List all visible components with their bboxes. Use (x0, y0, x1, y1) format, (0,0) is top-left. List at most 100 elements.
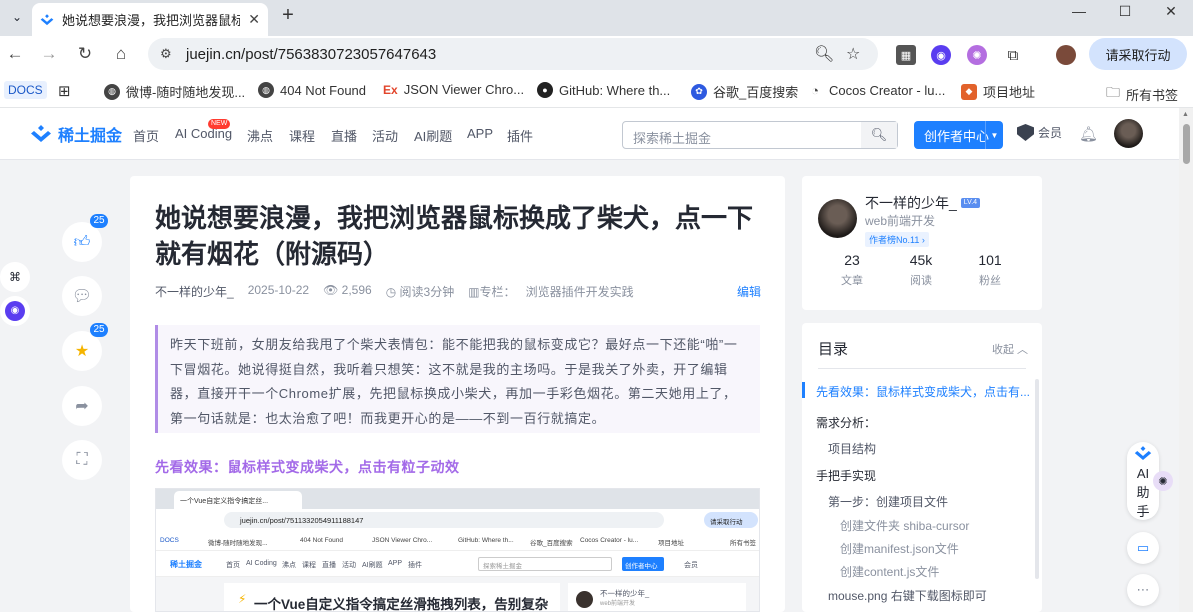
article-author-link[interactable]: 不一样的少年_ (155, 283, 234, 300)
profile-avatar-icon[interactable] (1056, 45, 1076, 65)
author-avatar[interactable] (818, 199, 857, 238)
nav-plugins[interactable]: 插件 (507, 126, 533, 145)
embedded-article: ⚡ 一个Vue自定义指令搞定丝滑拖拽列表，告别复杂 (224, 583, 560, 611)
toc-title: 目录 (818, 341, 849, 358)
embedded-lightning-icon: ⚡ (238, 592, 247, 606)
level-badge: LV.4 (960, 198, 981, 208)
toc-item[interactable]: mouse.png 右键下载图标即可 (828, 587, 987, 604)
feedback-icon[interactable]: ▭ (1127, 532, 1159, 564)
stat-articles[interactable]: 23 文章 (822, 251, 882, 288)
chevron-down-icon[interactable]: ▼ (985, 121, 1003, 149)
scroll-thumb[interactable] (1183, 124, 1190, 164)
extensions-puzzle-icon[interactable]: ⧉ (1003, 45, 1023, 65)
maximize-icon[interactable]: ☐ (1102, 0, 1148, 22)
toc-scrollbar[interactable] (1035, 379, 1039, 579)
creator-center-button[interactable]: 创作者中心 ▼ (914, 121, 1003, 149)
bookmark-baidu[interactable]: ✿ 谷歌_百度搜索 (691, 82, 798, 101)
address-bar[interactable]: ⚙ juejin.cn/post/7563830723057647643 🔍︎ … (148, 38, 878, 70)
clock-icon: ◷ (385, 285, 397, 299)
all-bookmarks[interactable]: 🗀 所有书签 (1106, 82, 1178, 106)
bookmark-json-viewer[interactable]: Ex JSON Viewer Chro... (383, 82, 524, 97)
collect-button[interactable]: ★ 25 (62, 323, 108, 371)
column-icon: ▥ (468, 285, 480, 299)
juejin-logo[interactable]: 稀土掘金 (30, 122, 122, 146)
read-time: ◷ 阅读3分钟 (385, 285, 455, 299)
reload-icon[interactable]: ↻ (72, 41, 98, 67)
zoom-icon[interactable]: 🔍︎ (814, 44, 834, 64)
apps-grid-icon[interactable]: ⊞ (58, 82, 71, 100)
brain-icon[interactable]: ✺ (1153, 471, 1173, 491)
comment-icon: 💬︎ (71, 288, 93, 305)
scroll-up-icon[interactable]: ▲ (1182, 111, 1189, 118)
back-arrow-icon[interactable]: ← (2, 41, 28, 67)
user-avatar[interactable] (1114, 119, 1143, 148)
nav-ai-practice[interactable]: AI刷题 (414, 126, 452, 145)
site-info-icon[interactable]: ⚙ (160, 46, 172, 62)
bookmark-404[interactable]: ◍ 404 Not Found (258, 82, 366, 98)
ai-assistant-label: AI助手 (1136, 466, 1150, 519)
bookmark-github[interactable]: ● GitHub: Where th... (537, 82, 670, 98)
bookmark-star-icon[interactable]: ☆ (846, 44, 860, 64)
shortcut-grid-icon[interactable]: ⌘ (0, 262, 30, 292)
toc-item[interactable]: 手把手实现 (816, 467, 876, 484)
nav-courses[interactable]: 课程 (289, 126, 315, 145)
browser-tab-active[interactable]: 她说想要浪漫，我把浏览器鼠标换成了柴犬 ✕ (32, 3, 268, 36)
embedded-bookmarks: DOCS 微博-随时随地发现... 404 Not Found JSON Vie… (156, 531, 759, 551)
notification-bell-icon[interactable]: 🔔︎ (1079, 125, 1098, 143)
toc-item[interactable]: 先看效果：鼠标样式变成柴犬，点击有... (816, 383, 1030, 400)
star-icon: ★ (74, 343, 90, 360)
embedded-tab-strip: 一个Vue自定义指令搞定丝... (156, 489, 759, 509)
bookmarks-bar: DOCS ⊞ ◍ 微博-随时随地发现... ◍ 404 Not Found Ex… (0, 72, 1193, 108)
forward-arrow-icon[interactable]: → (36, 41, 62, 67)
author-name[interactable]: 不一样的少年_ LV.4 (865, 193, 981, 213)
author-card: 不一样的少年_ LV.4 web前端开发 作者榜No.11 › 23 文章 45… (802, 176, 1042, 310)
author-rank-badge[interactable]: 作者榜No.11 › (865, 232, 929, 247)
vip-link[interactable]: 会员 (1017, 124, 1062, 141)
comment-button[interactable]: 💬︎ (62, 276, 102, 316)
nav-home[interactable]: 首页 (133, 126, 159, 145)
toc-item[interactable]: 创建文件夹 shiba-cursor (840, 517, 969, 534)
article-card: 她说想要浪漫，我把浏览器鼠标换成了柴犬，点一下就有烟花（附源码） 不一样的少年_… (130, 176, 785, 612)
more-icon[interactable]: ⋯ (1127, 574, 1159, 606)
nav-live[interactable]: 直播 (331, 126, 357, 145)
table-of-contents: 目录 收起 ︿ 先看效果：鼠标样式变成柴犬，点击有... 需求分析： 项目结构 … (802, 323, 1042, 612)
bookmark-cocos[interactable]: ◔ Cocos Creator - lu... (807, 82, 945, 98)
column-link[interactable]: ▥专栏： 浏览器插件开发实践 (468, 283, 633, 300)
nav-pins[interactable]: 沸点 (247, 126, 273, 145)
qr-code-extension-icon[interactable]: ▦ (896, 45, 916, 65)
stat-followers[interactable]: 101 粉丝 (960, 251, 1020, 288)
share-button[interactable]: ➦ (62, 386, 102, 426)
edit-link[interactable]: 编辑 (737, 283, 761, 300)
tab-search-chevron-icon[interactable]: ⌄ (6, 6, 28, 28)
new-tab-icon[interactable]: + (276, 4, 300, 28)
url-text[interactable]: juejin.cn/post/7563830723057647643 (186, 46, 436, 63)
ai-extension-icon[interactable]: ◉ (931, 45, 951, 65)
nav-events[interactable]: 活动 (372, 126, 398, 145)
toc-collapse-button[interactable]: 收起 ︿ (992, 341, 1028, 357)
brain-extension-icon[interactable]: ✺ (967, 45, 987, 65)
tab-close-icon[interactable]: ✕ (248, 11, 260, 28)
toc-item[interactable]: 创建manifest.json文件 (840, 540, 959, 557)
toc-item[interactable]: 创建content.js文件 (840, 563, 939, 580)
intro-blockquote: 昨天下班前，女朋友给我甩了个柴犬表情包：能不能把我的鼠标变成它？最好点一下还能“… (155, 325, 760, 433)
minimize-icon[interactable]: — (1056, 0, 1102, 22)
bookmark-project[interactable]: ◆ 项目地址 (961, 82, 1035, 101)
bookmark-weibo[interactable]: ◍ 微博-随时随地发现... (104, 82, 245, 101)
profile-action-button[interactable]: 请采取行动 (1089, 38, 1187, 70)
site-search-input[interactable]: 探索稀土掘金 🔍︎ (622, 121, 898, 149)
fullscreen-button[interactable]: ⛶ (62, 440, 102, 480)
toc-item[interactable]: 第一步：创建项目文件 (828, 493, 948, 510)
home-icon[interactable]: ⌂ (108, 41, 134, 67)
page-scrollbar[interactable]: ▲ (1179, 108, 1193, 612)
globe-icon: ◍ (104, 83, 120, 100)
bookmark-docs[interactable]: DOCS (4, 81, 47, 99)
ai-robot-icon[interactable]: ◉ (0, 296, 30, 326)
like-button[interactable]: 👍︎ 25 (62, 214, 108, 262)
toc-item[interactable]: 需求分析： (816, 414, 876, 431)
stat-reads[interactable]: 45k 阅读 (891, 251, 951, 288)
toc-item[interactable]: 项目结构 (828, 440, 876, 457)
search-icon[interactable]: 🔍︎ (861, 122, 897, 148)
thumbs-up-icon: 👍︎ (73, 233, 91, 251)
window-close-icon[interactable]: ✕ (1148, 0, 1193, 22)
nav-app[interactable]: APP (467, 126, 493, 141)
